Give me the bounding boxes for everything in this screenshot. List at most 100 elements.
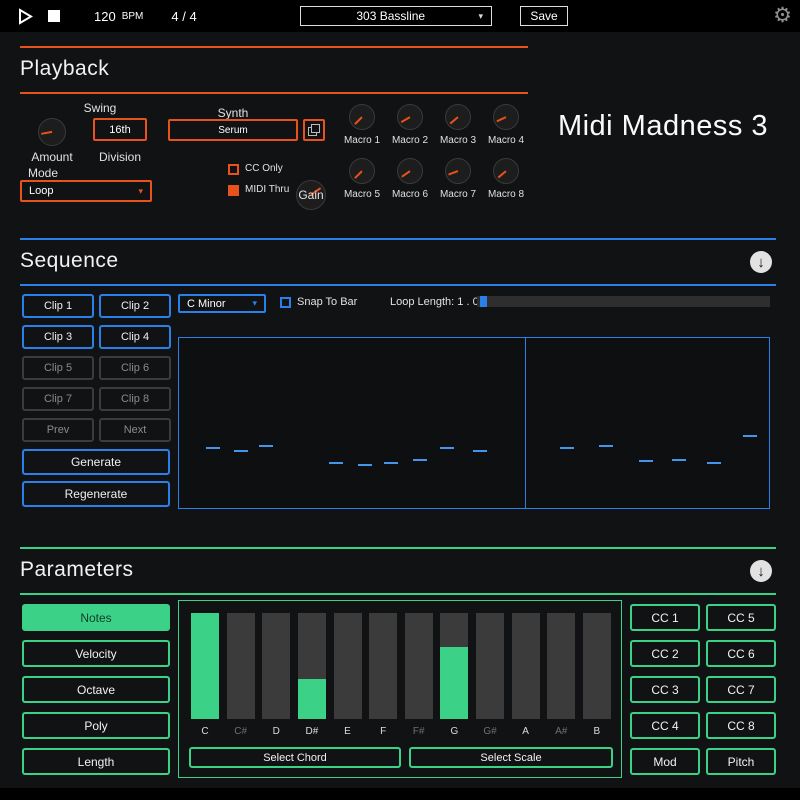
mod-button[interactable]: Mod <box>630 748 700 775</box>
regenerate-button[interactable]: Regenerate <box>22 481 170 507</box>
clip-button[interactable]: Clip 5 <box>22 356 94 380</box>
bpm-value[interactable]: 120 <box>94 9 116 24</box>
cc-7-button[interactable]: CC 7 <box>706 676 776 703</box>
generate-button[interactable]: Generate <box>22 449 170 475</box>
mode-select[interactable]: Loop ▾ <box>20 180 152 202</box>
midi-thru-checkbox[interactable] <box>228 185 239 196</box>
note-bar-f[interactable]: F <box>369 613 397 737</box>
macro-knob[interactable] <box>493 158 519 184</box>
macro-knob[interactable] <box>445 104 471 130</box>
gear-icon[interactable]: ⚙ <box>773 2 792 30</box>
param-tabs: Notes Velocity Octave Poly Length <box>22 604 170 775</box>
macro-knob[interactable] <box>445 158 471 184</box>
note-bar-g#[interactable]: G# <box>476 613 504 737</box>
piano-roll[interactable] <box>178 337 770 509</box>
midi-note[interactable] <box>329 462 343 464</box>
tab-notes[interactable]: Notes <box>22 604 170 631</box>
sequence-title: Sequence <box>20 249 119 272</box>
pitch-button[interactable]: Pitch <box>706 748 776 775</box>
next-button[interactable]: Next <box>99 418 171 442</box>
cc-5-button[interactable]: CC 5 <box>706 604 776 631</box>
cc-only-checkbox[interactable] <box>228 164 239 175</box>
note-probability-panel: CC# D D#EFF#GG#A A# B Select Chord Select Sc… <box>178 600 622 778</box>
macro-knob[interactable] <box>349 158 375 184</box>
midi-note[interactable] <box>639 460 653 462</box>
cc-6-button[interactable]: CC 6 <box>706 640 776 667</box>
midi-note[interactable] <box>384 462 398 464</box>
note-bar-f#[interactable]: F# <box>405 613 433 737</box>
note-label: D <box>273 726 280 737</box>
select-scale-button[interactable]: Select Scale <box>409 747 613 768</box>
cc-2-button[interactable]: CC 2 <box>630 640 700 667</box>
note-bar-d#[interactable]: D# <box>298 613 326 737</box>
macro-knob[interactable] <box>493 104 519 130</box>
time-signature[interactable]: 4 / 4 <box>171 9 196 24</box>
midi-note[interactable] <box>599 445 613 447</box>
cc-8-button[interactable]: CC 8 <box>706 712 776 739</box>
brand-title: Midi Madness 3 <box>556 110 770 143</box>
open-plugin-button[interactable] <box>303 119 325 141</box>
tab-length[interactable]: Length <box>22 748 170 775</box>
clip-button[interactable]: Clip 4 <box>99 325 171 349</box>
note-bar-d[interactable]: D <box>262 613 290 737</box>
loop-length-slider[interactable] <box>477 296 770 307</box>
clip-button[interactable]: Clip 1 <box>22 294 94 318</box>
swing-label: Swing <box>70 101 130 115</box>
macro-label: Macro 3 <box>440 135 476 146</box>
play-icon[interactable] <box>18 8 33 25</box>
swing-amount-knob[interactable] <box>38 118 66 146</box>
midi-note[interactable] <box>234 450 248 452</box>
macro-label: Macro 5 <box>344 189 380 200</box>
parameters-export-icon[interactable]: ↓ <box>750 560 772 582</box>
download-arrow-icon: ↓ <box>757 564 765 579</box>
midi-note[interactable] <box>672 459 686 461</box>
cc-1-button[interactable]: CC 1 <box>630 604 700 631</box>
clip-button[interactable]: Clip 3 <box>22 325 94 349</box>
cc-3-button[interactable]: CC 3 <box>630 676 700 703</box>
clip-button[interactable]: Clip 8 <box>99 387 171 411</box>
save-button[interactable]: Save <box>520 6 568 26</box>
macro-label: Macro 8 <box>488 189 524 200</box>
clip-button[interactable]: Clip 7 <box>22 387 94 411</box>
note-bar-b[interactable]: B <box>583 613 611 737</box>
macro-knob[interactable] <box>349 104 375 130</box>
note-label: A# <box>555 726 567 737</box>
select-chord-button[interactable]: Select Chord <box>189 747 401 768</box>
tab-octave[interactable]: Octave <box>22 676 170 703</box>
sequence-export-icon[interactable]: ↓ <box>750 251 772 273</box>
midi-note[interactable] <box>358 464 372 466</box>
midi-note[interactable] <box>707 462 721 464</box>
midi-note[interactable] <box>259 445 273 447</box>
tab-poly[interactable]: Poly <box>22 712 170 739</box>
gain-label: Gain <box>291 188 331 202</box>
midi-note[interactable] <box>743 435 757 437</box>
midi-note[interactable] <box>206 447 220 449</box>
prev-button[interactable]: Prev <box>22 418 94 442</box>
snap-to-bar-checkbox[interactable] <box>280 297 291 308</box>
midi-note[interactable] <box>560 447 574 449</box>
loop-length-label: Loop Length: 1 . 0 <box>390 296 479 308</box>
midi-note[interactable] <box>440 447 454 449</box>
mode-value: Loop <box>29 185 53 197</box>
note-bar-a#[interactable]: A# <box>547 613 575 737</box>
cc-4-button[interactable]: CC 4 <box>630 712 700 739</box>
midi-note[interactable] <box>413 459 427 461</box>
stop-icon[interactable] <box>48 10 60 22</box>
clip-button[interactable]: Clip 6 <box>99 356 171 380</box>
clip-button[interactable]: Clip 2 <box>99 294 171 318</box>
tab-velocity[interactable]: Velocity <box>22 640 170 667</box>
note-bar-g[interactable]: G <box>440 613 468 737</box>
midi-note[interactable] <box>473 450 487 452</box>
note-bar-a[interactable]: A <box>512 613 540 737</box>
note-bars: CC# D D#EFF#GG#A A# B <box>191 613 611 737</box>
key-select[interactable]: C Minor ▾ <box>178 294 266 313</box>
note-bar-e[interactable]: E <box>334 613 362 737</box>
macro: Macro 2 <box>386 104 434 146</box>
note-bar-c#[interactable]: C# <box>227 613 255 737</box>
preset-select[interactable]: 303 Bassline ▾ <box>300 6 492 26</box>
macro-knob[interactable] <box>397 104 423 130</box>
division-value-box[interactable]: 16th <box>93 118 147 141</box>
note-bar-c[interactable]: C <box>191 613 219 737</box>
macro-knob[interactable] <box>397 158 423 184</box>
synth-value-box[interactable]: Serum <box>168 119 298 141</box>
